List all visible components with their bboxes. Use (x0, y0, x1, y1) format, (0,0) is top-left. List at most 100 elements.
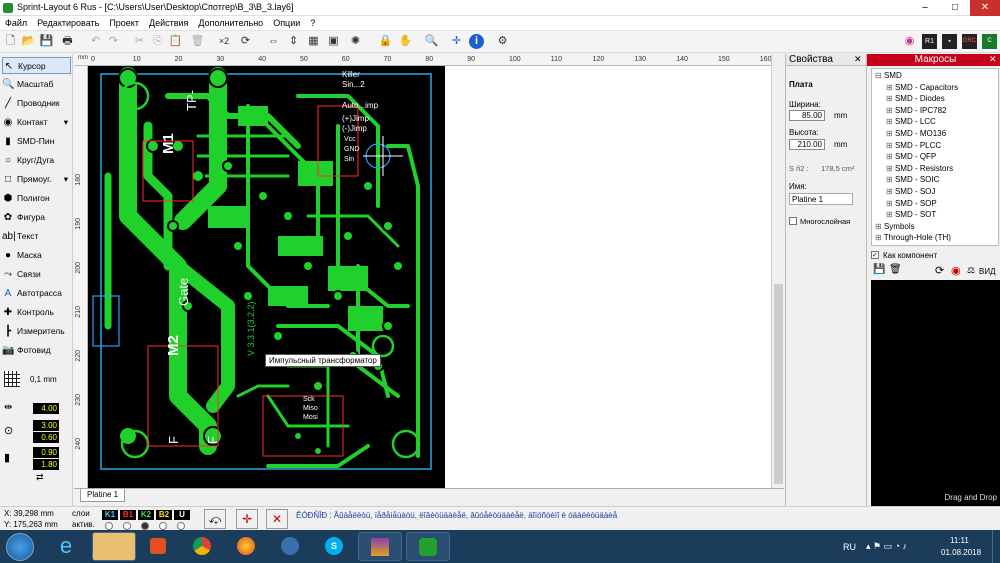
expand-icon[interactable]: ⊟ (875, 71, 884, 80)
duplicate-button[interactable]: ×2 (214, 34, 234, 49)
active-layer-radio[interactable] (177, 522, 185, 530)
expand-icon[interactable]: ⊞ (886, 129, 895, 138)
minimize-button[interactable]: – (910, 0, 940, 16)
macro-tree-item[interactable]: ⊞ SMD - SOJ (886, 187, 935, 196)
tool-check[interactable]: ✚ Контроль (2, 304, 71, 321)
copy-icon[interactable]: ⎘ (150, 34, 165, 49)
macro-tree-item[interactable]: ⊟ SMD (875, 71, 902, 80)
mirror-h-icon[interactable]: ⇔ (266, 34, 281, 49)
layer-button-b2[interactable]: B2 (156, 510, 172, 520)
macro-tree-item[interactable]: ⊞ SMD - IPC782 (886, 106, 947, 115)
settings-icon[interactable]: ✺ (348, 34, 363, 49)
mirror-v-icon[interactable]: ⇕ (286, 34, 301, 49)
as-component-checkbox[interactable]: ✓ (871, 251, 879, 259)
paste-icon[interactable]: 📋 (168, 34, 183, 49)
redo-icon[interactable]: ↷ (106, 34, 121, 49)
menu-project[interactable]: Проект (104, 16, 144, 30)
language-indicator[interactable]: RU (843, 542, 856, 552)
expand-icon[interactable]: ⊞ (886, 187, 895, 196)
scroll-thumb[interactable] (774, 284, 783, 484)
active-layer-radio[interactable] (159, 522, 167, 530)
info-icon[interactable]: i (469, 34, 484, 49)
record-icon[interactable]: ◉ (951, 264, 961, 277)
tool-text[interactable]: ab|Текст (2, 228, 71, 245)
macro-tree-item[interactable]: ⊞ Through-Hole (TH) (875, 233, 951, 242)
expand-icon[interactable]: ⊞ (875, 222, 884, 231)
expand-icon[interactable]: ⊞ (875, 233, 884, 242)
pcb-board[interactable]: M1 M2 Gate TP- F F Killer Sin...2 Auto..… (88, 66, 445, 488)
maximize-button[interactable]: □ (940, 0, 970, 16)
expand-icon[interactable]: ⊞ (886, 141, 895, 150)
print-icon[interactable]: 🖶 (60, 34, 75, 49)
chrome-icon[interactable] (180, 532, 224, 561)
swap-icon[interactable]: ⇄ (36, 472, 44, 483)
zoom-icon[interactable]: 🔍 (424, 34, 439, 49)
macro-tree-item[interactable]: ⊞ SMD - SOT (886, 210, 936, 219)
height-input[interactable]: 210.00 (789, 139, 825, 150)
no-connections-icon[interactable]: ✕ (266, 509, 288, 529)
drill-icon[interactable]: ▪ (942, 34, 957, 49)
save-icon[interactable]: 💾 (873, 264, 885, 275)
grid-icon[interactable] (4, 371, 20, 387)
pad-inner-field[interactable]: 0.60 (33, 432, 59, 443)
vertical-scrollbar[interactable] (771, 54, 784, 488)
crosshair-icon[interactable]: ✛ (449, 34, 464, 49)
ie-icon[interactable]: e (44, 532, 88, 561)
multilayer-checkbox[interactable] (789, 217, 797, 225)
menu-actions[interactable]: Действия (144, 16, 193, 30)
macro-tree-item[interactable]: ⊞ SMD - SOIC (886, 175, 939, 184)
r1-icon[interactable]: R1 (922, 34, 937, 49)
tool-mask[interactable]: ● Маска (2, 247, 71, 264)
width-input[interactable]: 85.00 (789, 110, 825, 121)
firefox-icon[interactable] (224, 532, 268, 561)
gear-icon[interactable]: ⚙ (495, 34, 510, 49)
close-icon[interactable]: ✕ (989, 54, 997, 65)
pad-outer-field[interactable]: 3.00 (33, 420, 59, 431)
tool-shape[interactable]: ✿ Фигура (2, 209, 71, 226)
active-layer-radio[interactable] (105, 522, 113, 530)
layer-button-k1[interactable]: K1 (102, 510, 118, 520)
menu-extras[interactable]: Дополнительно (193, 16, 268, 30)
unlock-icon[interactable]: ✋ (398, 34, 413, 49)
delete-icon[interactable]: 🗑 (889, 264, 902, 275)
open-icon[interactable]: 📂 (21, 34, 36, 49)
skype-icon[interactable]: S (312, 532, 356, 561)
layer-button-u[interactable]: U (174, 510, 190, 520)
tab-platine-1[interactable]: Platine 1 (80, 489, 126, 502)
media-icon[interactable] (136, 532, 180, 561)
smd-height-field[interactable]: 1.80 (33, 459, 59, 470)
tool-track[interactable]: ╱ Проводник (2, 95, 71, 112)
sprint-layout-icon[interactable] (406, 532, 450, 561)
tray-icons[interactable]: ▴ ⚑ ▭ ◔ ♪ (866, 541, 907, 552)
close-icon[interactable]: ✕ (854, 54, 862, 65)
undo-icon[interactable]: ↶ (88, 34, 103, 49)
expand-icon[interactable]: ⊞ (886, 164, 895, 173)
thunderbird-icon[interactable] (268, 532, 312, 561)
layer-button-k2[interactable]: K2 (138, 510, 154, 520)
smd-width-field[interactable]: 0.90 (33, 447, 59, 458)
tool-zoom[interactable]: 🔍 Масштаб (2, 76, 71, 93)
name-input[interactable]: Platine 1 (789, 193, 853, 205)
menu-edit[interactable]: Редактировать (32, 16, 104, 30)
tool-measure[interactable]: ┣ Измеритель (2, 323, 71, 340)
active-layer-radio[interactable] (123, 522, 131, 530)
macro-tree-item[interactable]: ⊞ SMD - Resistors (886, 164, 953, 173)
macro-tree-item[interactable]: ⊞ SMD - MO136 (886, 129, 946, 138)
tool-cursor[interactable]: ↖ Курсор (2, 57, 71, 74)
tool-polygon[interactable]: ⬢ Полигон (2, 190, 71, 207)
macro-tree-item[interactable]: ⊞ SMD - SOP (886, 199, 937, 208)
active-layer-radio[interactable] (141, 522, 149, 530)
cut-icon[interactable]: ✂ (132, 34, 147, 49)
chevron-down-icon[interactable]: ▾ (64, 114, 68, 131)
menu-options[interactable]: Опции (268, 16, 305, 30)
close-button[interactable]: ✕ (970, 0, 1000, 16)
expand-icon[interactable]: ⊞ (886, 199, 895, 208)
winrar-icon[interactable] (358, 532, 402, 561)
track-width-field[interactable]: 4.00 (33, 403, 59, 414)
expand-icon[interactable]: ⊞ (886, 210, 895, 219)
connections-tool-icon[interactable]: ⤽ (204, 509, 226, 529)
tool-autoroute[interactable]: A Автотрасса (2, 285, 71, 302)
target-icon[interactable]: ✛ (236, 509, 258, 529)
view-icon[interactable]: ⚖ (967, 265, 975, 276)
chevron-down-icon[interactable]: ▾ (64, 171, 68, 188)
